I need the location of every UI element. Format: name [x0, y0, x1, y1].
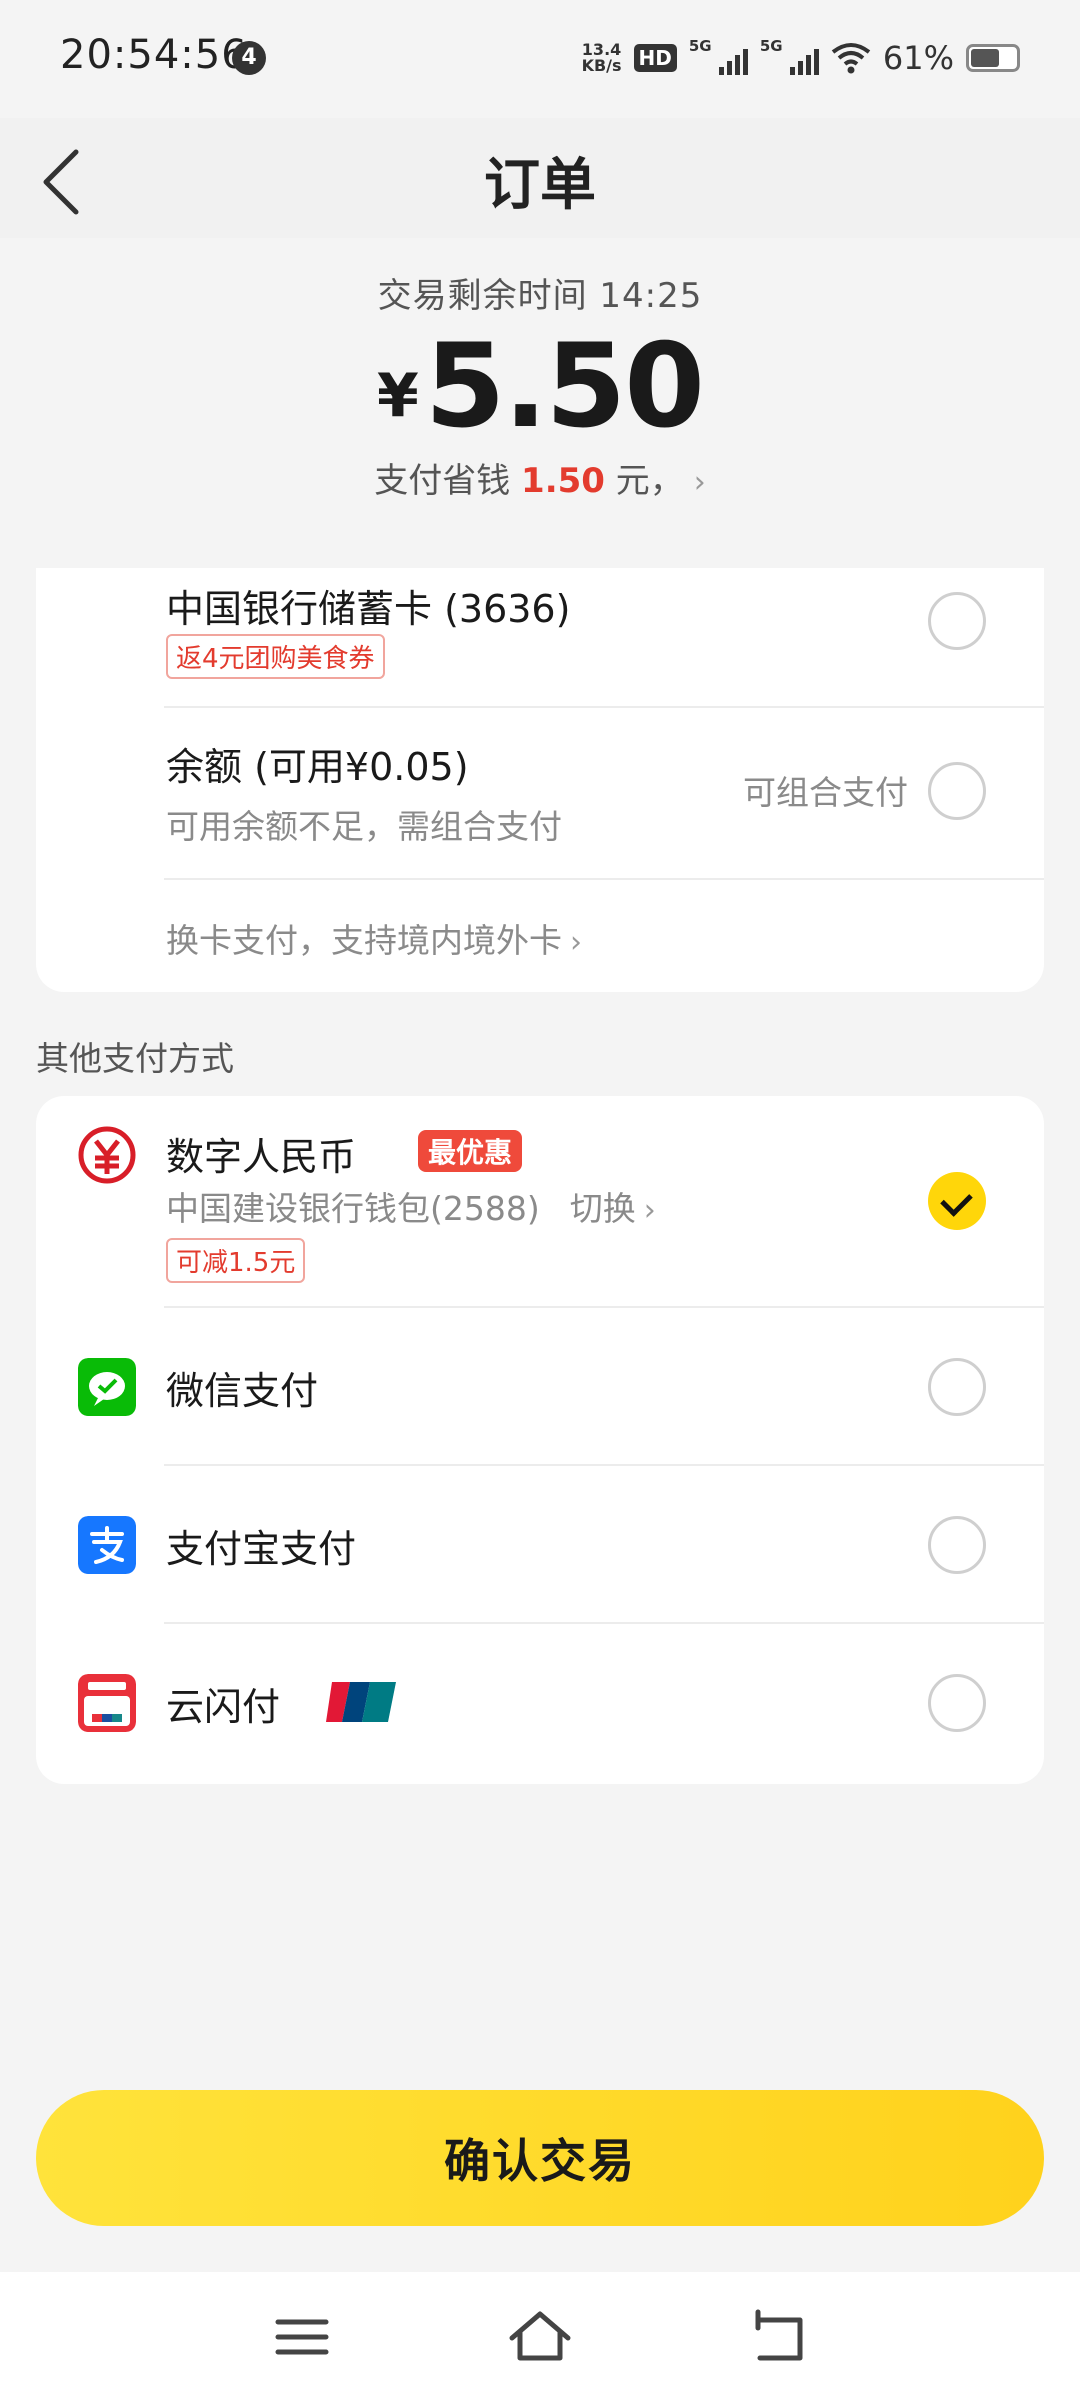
bank-card-name: 中国银行储蓄卡 (3636) — [166, 587, 571, 631]
wechat-pay-option[interactable]: 微信支付 — [36, 1308, 1044, 1466]
home-icon — [509, 2311, 571, 2361]
yunshanfu-icon — [78, 1674, 136, 1732]
home-button[interactable] — [500, 2302, 580, 2372]
change-card-link[interactable]: 换卡支付，支持境内境外卡 › — [36, 880, 1044, 992]
wechat-pay-name: 微信支付 — [166, 1369, 319, 1413]
bank-card-promo-tag: 返4元团购美食券 — [166, 634, 385, 679]
network-speed: 13.4 KB/s — [581, 40, 622, 75]
alipay-option[interactable]: 支付宝支付 — [36, 1466, 1044, 1624]
status-bar: 20:54:56 4 13.4 KB/s HD 5G 5G 61% — [0, 0, 1080, 118]
menu-icon — [275, 2319, 329, 2355]
battery-icon — [966, 44, 1020, 72]
digital-rmb-icon — [78, 1126, 136, 1184]
alipay-icon — [78, 1516, 136, 1574]
wallet-name: 中国建设银行钱包(2588) — [166, 1189, 540, 1228]
yunshanfu-option[interactable]: 云闪付 — [36, 1624, 1044, 1784]
signal-icon: 5G — [760, 37, 819, 75]
digital-rmb-option[interactable]: 数字人民币 最优惠 中国建设银行钱包(2588) 切换 › 可减1.5元 — [36, 1096, 1044, 1308]
alipay-radio[interactable] — [928, 1516, 986, 1574]
confirm-transaction-button[interactable]: 确认交易 — [36, 2090, 1044, 2226]
yunshanfu-radio[interactable] — [928, 1674, 986, 1732]
battery-percent: 61% — [882, 39, 954, 77]
wechat-pay-icon — [78, 1358, 136, 1416]
wifi-icon — [831, 43, 871, 74]
back-nav-button[interactable] — [740, 2302, 820, 2372]
balance-name: 余额 (可用¥0.05) — [166, 745, 469, 789]
discount-info[interactable]: 支付省钱 1.50 元， › — [0, 453, 1080, 502]
change-card-label: 换卡支付，支持境内境外卡 — [166, 921, 562, 960]
chevron-right-icon: › — [693, 465, 706, 500]
digital-rmb-promo-tag: 可减1.5元 — [166, 1238, 306, 1283]
unionpay-logo-icon — [326, 1682, 396, 1722]
other-methods-title: 其他支付方式 — [36, 1039, 234, 1078]
back-nav-icon — [755, 2309, 803, 2361]
notification-count-badge: 4 — [232, 41, 266, 75]
card-payment-list: 中国银行储蓄卡 (3636) 返4元团购美食券 余额 (可用¥0.05) 可用余… — [36, 568, 1044, 992]
amount-row: ¥ 5.50 — [0, 327, 1080, 447]
status-icons: 13.4 KB/s HD 5G 5G 61% — [582, 36, 1020, 80]
order-summary: 交易剩余时间 14:25 ¥ 5.50 支付省钱 1.50 元， › — [0, 238, 1080, 558]
hd-icon: HD — [633, 44, 677, 72]
combo-pay-label: 可组合支付 — [743, 773, 908, 812]
header: 订单 — [0, 118, 1080, 238]
remaining-time: 交易剩余时间 14:25 — [377, 276, 703, 316]
balance-note: 可用余额不足，需组合支付 — [166, 807, 562, 846]
system-navigation-bar — [0, 2272, 1080, 2400]
wechat-pay-radio[interactable] — [928, 1358, 986, 1416]
digital-rmb-radio[interactable] — [928, 1172, 986, 1230]
switch-wallet-link[interactable]: 切换 — [570, 1189, 636, 1228]
bank-card-radio[interactable] — [928, 592, 986, 650]
bank-card-option[interactable]: 中国银行储蓄卡 (3636) 返4元团购美食券 — [36, 568, 1044, 708]
alipay-name: 支付宝支付 — [166, 1527, 357, 1571]
page-title: 订单 — [484, 153, 596, 218]
signal-icon: 5G — [689, 37, 748, 75]
balance-option[interactable]: 余额 (可用¥0.05) 可用余额不足，需组合支付 可组合支付 — [36, 708, 1044, 880]
balance-radio[interactable] — [928, 762, 986, 820]
chevron-right-icon: › — [643, 1193, 656, 1228]
discount-value: 1.50 — [521, 461, 605, 501]
menu-button[interactable] — [262, 2302, 342, 2372]
best-offer-badge: 最优惠 — [418, 1130, 523, 1172]
digital-rmb-name: 数字人民币 — [166, 1135, 357, 1179]
yunshanfu-name: 云闪付 — [166, 1685, 281, 1729]
chevron-right-icon: › — [570, 925, 582, 960]
status-time: 20:54:56 — [60, 32, 248, 78]
currency-symbol: ¥ — [377, 361, 419, 431]
amount: 5.50 — [424, 319, 705, 454]
card-other-methods: 数字人民币 最优惠 中国建设银行钱包(2588) 切换 › 可减1.5元 微信支付 … — [36, 1096, 1044, 1784]
